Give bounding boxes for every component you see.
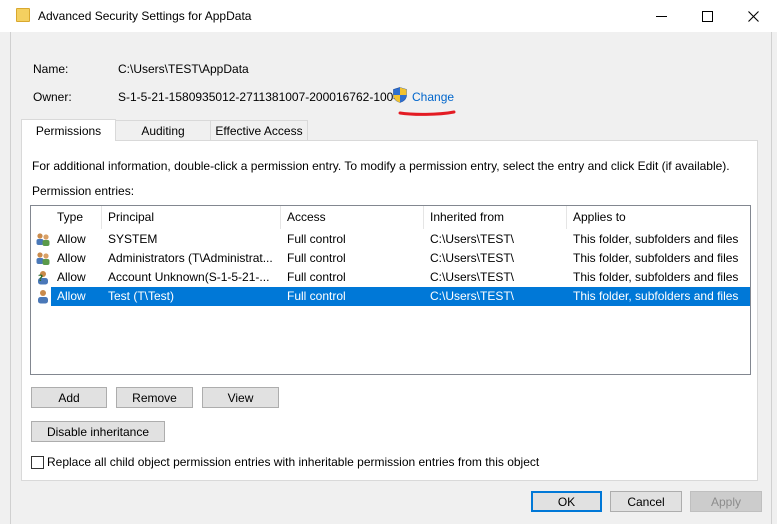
cell-applies-to: This folder, subfolders and files — [573, 251, 739, 265]
ok-button-label: OK — [557, 494, 576, 509]
disable-inheritance-button[interactable]: Disable inheritance — [31, 421, 165, 442]
cell-applies-to: This folder, subfolders and files — [573, 289, 739, 303]
maximize-icon — [701, 10, 713, 22]
ok-button[interactable]: OK — [531, 491, 602, 512]
maximize-button[interactable] — [684, 0, 730, 32]
add-button[interactable]: Add — [31, 387, 107, 408]
cell-applies-to: This folder, subfolders and files — [573, 270, 739, 284]
cell-principal: SYSTEM — [108, 232, 158, 246]
tab-effective-access-label: Effective Access — [215, 123, 303, 138]
cell-principal: Test (T\Test) — [108, 289, 175, 303]
replace-child-permissions-label: Replace all child object permission entr… — [47, 455, 540, 469]
close-button[interactable] — [730, 0, 776, 32]
cell-principal: Administrators (T\Administrat... — [108, 251, 273, 265]
list-header: Type Principal Access Inherited from App… — [31, 206, 750, 229]
owner-value: S-1-5-21-1580935012-2711381007-200016762… — [118, 90, 401, 104]
table-row[interactable]: Allow Administrators (T\Administrat... F… — [31, 249, 750, 268]
table-row[interactable]: ? Allow Account Unknown(S-1-5-21-... Ful… — [31, 268, 750, 287]
selected-row-highlight[interactable]: Allow Test (T\Test) Full control C:\User… — [51, 287, 750, 306]
svg-text:?: ? — [38, 274, 43, 284]
cell-type: Allow — [57, 270, 86, 284]
view-button-label: View — [227, 390, 254, 405]
cell-access: Full control — [287, 289, 346, 303]
cell-type: Allow — [57, 289, 86, 303]
disable-inheritance-label: Disable inheritance — [46, 424, 150, 439]
cell-type: Allow — [57, 232, 86, 246]
cell-inherited-from: C:\Users\TEST\ — [430, 232, 515, 246]
remove-button-label: Remove — [132, 390, 177, 405]
folder-icon — [16, 8, 30, 22]
add-button-label: Add — [58, 390, 80, 405]
name-label: Name: — [33, 62, 69, 76]
cell-principal: Account Unknown(S-1-5-21-... — [108, 270, 270, 284]
table-row[interactable]: Allow SYSTEM Full control C:\Users\TEST\… — [31, 230, 750, 249]
minimize-icon — [655, 15, 667, 17]
group-users-icon — [36, 252, 50, 265]
change-owner-link[interactable]: Change — [412, 90, 454, 104]
cell-applies-to: This folder, subfolders and files — [573, 232, 739, 246]
tab-effective-access[interactable]: Effective Access — [210, 120, 308, 141]
tab-auditing[interactable]: Auditing — [115, 120, 211, 141]
close-icon — [747, 10, 759, 22]
unknown-user-icon: ? — [38, 271, 48, 285]
column-header-inherited-from[interactable]: Inherited from — [424, 206, 567, 229]
owner-label: Owner: — [33, 90, 72, 104]
tab-auditing-label: Auditing — [141, 123, 185, 138]
column-header-type[interactable]: Type — [51, 206, 102, 229]
background-window-edge — [0, 32, 11, 524]
annotation-underline — [398, 110, 456, 116]
name-value: C:\Users\TEST\AppData — [118, 62, 249, 76]
background-window-edge-right — [771, 32, 777, 524]
cell-inherited-from: C:\Users\TEST\ — [430, 289, 515, 303]
cell-inherited-from: C:\Users\TEST\ — [430, 251, 515, 265]
cancel-button-label: Cancel — [627, 494, 665, 509]
group-users-icon — [36, 233, 50, 246]
cell-type: Allow — [57, 251, 86, 265]
cell-access: Full control — [287, 251, 346, 265]
apply-button[interactable]: Apply — [690, 491, 762, 512]
user-icon — [38, 290, 48, 304]
cell-access: Full control — [287, 232, 346, 246]
tab-permissions[interactable]: Permissions — [21, 119, 116, 141]
minimize-button[interactable] — [638, 0, 684, 32]
column-header-applies-to[interactable]: Applies to — [567, 206, 750, 229]
column-header-principal[interactable]: Principal — [102, 206, 281, 229]
permission-entries-label: Permission entries: — [32, 184, 135, 198]
view-button[interactable]: View — [202, 387, 279, 408]
cell-access: Full control — [287, 270, 346, 284]
remove-button[interactable]: Remove — [116, 387, 193, 408]
uac-shield-icon — [393, 87, 407, 103]
apply-button-label: Apply — [710, 494, 742, 509]
permission-entries-list[interactable]: Type Principal Access Inherited from App… — [30, 205, 751, 375]
tab-permissions-label: Permissions — [35, 123, 102, 138]
table-row[interactable]: Allow Test (T\Test) Full control C:\User… — [31, 287, 750, 306]
window-title: Advanced Security Settings for AppData — [38, 9, 252, 23]
column-header-access[interactable]: Access — [281, 206, 424, 229]
permissions-description: For additional information, double-click… — [32, 159, 730, 173]
replace-child-permissions-checkbox[interactable] — [31, 456, 44, 469]
cell-inherited-from: C:\Users\TEST\ — [430, 270, 515, 284]
cancel-button[interactable]: Cancel — [610, 491, 682, 512]
